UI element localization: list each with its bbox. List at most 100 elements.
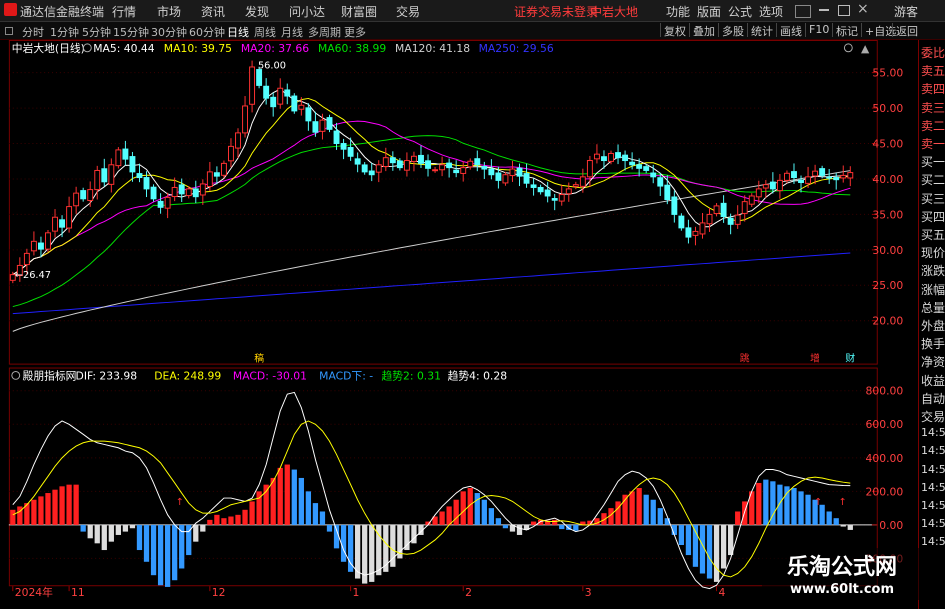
candle[interactable] [523,163,530,188]
candle[interactable] [840,165,847,183]
maximize-icon[interactable] [838,5,850,16]
candle[interactable] [565,182,572,202]
macd-bar[interactable] [284,464,290,525]
back-button[interactable]: 返回 [892,23,921,38]
candle[interactable] [776,174,783,199]
macd-bar[interactable] [657,508,663,525]
candle-body[interactable] [791,171,797,179]
side-panel-item[interactable]: 14:56 [921,535,945,548]
side-panel-item[interactable]: 收益 [921,372,945,389]
tab-60min[interactable]: 60分钟 [189,24,225,40]
candle[interactable] [685,219,692,244]
candle-body[interactable] [59,219,66,228]
macd-bar[interactable] [249,501,255,525]
candle-body[interactable] [826,176,833,179]
macd-bar[interactable] [833,518,839,525]
side-panel-item[interactable]: 净资 [921,353,945,370]
candle[interactable] [389,151,396,171]
candle-body[interactable] [185,188,192,197]
tab-multi-period[interactable]: 多周期 [308,24,341,40]
candle-body[interactable] [403,160,410,171]
candle-body[interactable] [312,121,319,133]
candle-body[interactable] [164,196,171,209]
candle-body[interactable] [66,206,73,229]
macd-bar[interactable] [488,508,495,525]
event-marker[interactable]: 增 [810,352,820,365]
candle[interactable] [586,155,593,187]
candle-body[interactable] [636,164,643,169]
indicator-menu-icon[interactable] [11,370,21,380]
candle-body[interactable] [410,155,417,162]
side-panel-item[interactable]: 买一 [921,153,945,170]
side-panel-item[interactable]: 总量 [921,299,945,316]
candle[interactable] [699,212,706,239]
macd-bar[interactable] [474,493,480,525]
side-panel-item[interactable]: 卖三 [921,99,945,116]
macd-bar[interactable] [791,488,797,525]
candle[interactable] [509,160,516,182]
side-panel-item[interactable]: 14:56 [921,444,945,457]
candle-body[interactable] [685,227,692,238]
guest-user[interactable]: 游客 [894,3,939,20]
candle[interactable] [460,161,467,182]
macd-bar[interactable] [31,499,37,525]
candle-body[interactable] [523,173,530,184]
candle-body[interactable] [530,184,537,188]
toolbar-grid-icon[interactable] [5,27,13,35]
event-marker[interactable]: 跳 [740,352,750,365]
candle-body[interactable] [502,174,509,184]
candle-body[interactable] [270,96,277,108]
macd-bar[interactable] [805,494,811,525]
menu-item-trade[interactable]: 交易 [396,3,420,20]
side-panel-item[interactable]: 卖五 [921,62,945,79]
candle[interactable] [537,184,544,195]
macd-bar[interactable] [45,493,51,525]
candle-body[interactable] [769,181,776,190]
candle-body[interactable] [284,89,291,97]
candle-body[interactable] [643,166,650,171]
menu-item-market[interactable]: 行情 [112,3,136,20]
candle-body[interactable] [460,167,467,174]
candle-body[interactable] [629,161,636,166]
f10-button[interactable]: F10 [805,23,832,37]
candle[interactable] [544,181,551,203]
multi-stock-button[interactable]: 多股 [718,23,747,38]
candle[interactable] [593,144,600,164]
side-panel-item[interactable]: 自动 [921,390,945,407]
candle-body[interactable] [101,168,108,183]
side-panel-item[interactable]: 14:56 [921,463,945,476]
candle-body[interactable] [847,172,854,179]
tab-daily[interactable]: 日线 [227,24,249,40]
candles[interactable] [9,60,854,284]
candle[interactable] [769,172,776,194]
candle-body[interactable] [755,188,762,198]
candle[interactable] [671,190,678,223]
side-panel-item[interactable]: 外盘 [921,317,945,334]
candle-body[interactable] [361,164,368,173]
side-panel-item[interactable]: 现价 [921,244,945,261]
macd-bar[interactable] [495,518,502,525]
macd-bar[interactable] [207,519,213,525]
macd-bar[interactable] [143,524,150,562]
candle-body[interactable] [171,186,178,198]
candle-body[interactable] [87,189,94,202]
candle[interactable] [467,158,474,170]
candle-body[interactable] [509,168,516,177]
side-panel-item[interactable]: 委比 [921,44,945,61]
candle-body[interactable] [368,170,375,176]
candle[interactable] [277,78,284,109]
candle-body[interactable] [192,188,199,198]
macd-bar[interactable] [552,519,558,525]
candle-body[interactable] [298,104,305,110]
macd-bar[interactable] [629,491,635,525]
minimize-icon[interactable] [819,9,829,11]
candle-body[interactable] [432,169,439,172]
candle[interactable] [129,151,136,182]
draw-line-button[interactable]: 画线 [776,23,805,38]
tab-1min[interactable]: 1分钟 [50,24,79,40]
candle[interactable] [157,193,164,214]
candle-body[interactable] [30,240,37,252]
candle[interactable] [340,138,347,160]
candle-body[interactable] [748,195,755,205]
candle[interactable] [713,203,720,217]
